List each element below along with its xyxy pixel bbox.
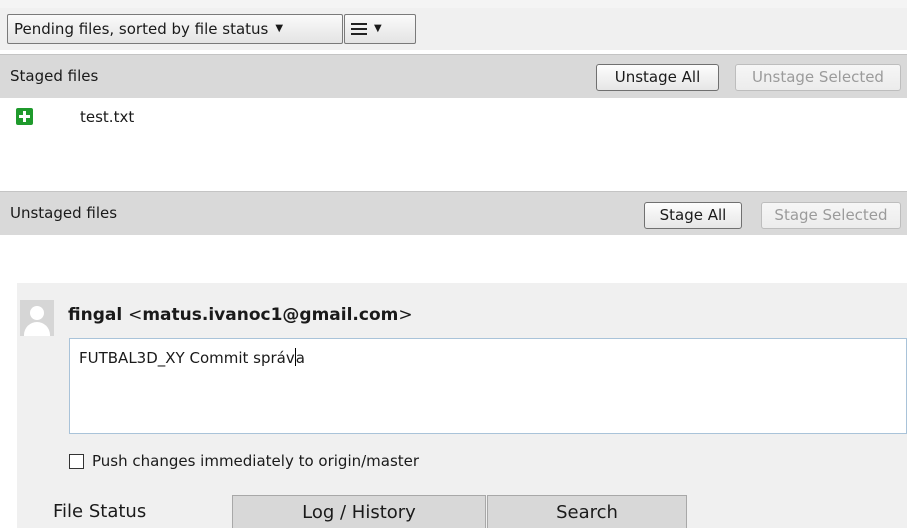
file-name: test.txt — [80, 108, 135, 126]
commit-window: Pending files, sorted by file status ▼ ▼… — [0, 0, 907, 528]
commit-message-text: FUTBAL3D_XY Commit správ — [79, 349, 295, 367]
stage-selected-button[interactable]: Stage Selected — [761, 202, 901, 229]
sort-dropdown-label: Pending files, sorted by file status — [14, 20, 269, 38]
list-item[interactable]: test.txt — [0, 104, 907, 130]
added-plus-icon — [16, 108, 33, 125]
chevron-down-icon: ▼ — [374, 23, 382, 34]
tab-search[interactable]: Search — [487, 495, 687, 528]
avatar — [20, 300, 54, 336]
tab-file-status[interactable]: File Status — [17, 495, 217, 528]
push-checkbox-label: Push changes immediately to origin/maste… — [92, 452, 420, 470]
commit-message-input[interactable]: FUTBAL3D_XY Commit správa — [69, 338, 907, 434]
staged-files-title: Staged files — [10, 67, 99, 85]
list-lines-icon — [351, 23, 367, 35]
toolbar-top-strip — [0, 0, 907, 8]
unstaged-files-header: Unstaged files Stage All Stage Selected — [0, 191, 907, 235]
push-checkbox[interactable] — [69, 453, 84, 469]
author-email-open: < — [128, 305, 143, 325]
stage-all-button[interactable]: Stage All — [644, 202, 742, 229]
chevron-down-icon: ▼ — [275, 23, 284, 34]
commit-panel: fingal <matus.ivanoc1@gmail.com> FUTBAL3… — [17, 283, 907, 528]
author-name: fingal — [68, 305, 123, 325]
toolbar: Pending files, sorted by file status ▼ ▼ — [0, 0, 907, 50]
author-email-close: > — [398, 305, 413, 325]
commit-message-text-end: a — [295, 349, 305, 367]
sort-dropdown[interactable]: Pending files, sorted by file status ▼ — [7, 14, 343, 44]
view-mode-dropdown[interactable]: ▼ — [344, 14, 416, 44]
author-email: matus.ivanoc1@gmail.com — [142, 305, 399, 325]
push-immediately-option[interactable]: Push changes immediately to origin/maste… — [69, 451, 419, 471]
tab-log-history[interactable]: Log / History — [232, 495, 486, 528]
unstage-selected-button[interactable]: Unstage Selected — [735, 64, 901, 91]
staged-files-header: Staged files Unstage All Unstage Selecte… — [0, 54, 907, 98]
unstage-all-button[interactable]: Unstage All — [596, 64, 719, 91]
bottom-tabs: File Status Log / History Search — [17, 495, 907, 528]
commit-author: fingal <matus.ivanoc1@gmail.com> — [68, 303, 413, 327]
unstaged-files-title: Unstaged files — [10, 204, 118, 222]
